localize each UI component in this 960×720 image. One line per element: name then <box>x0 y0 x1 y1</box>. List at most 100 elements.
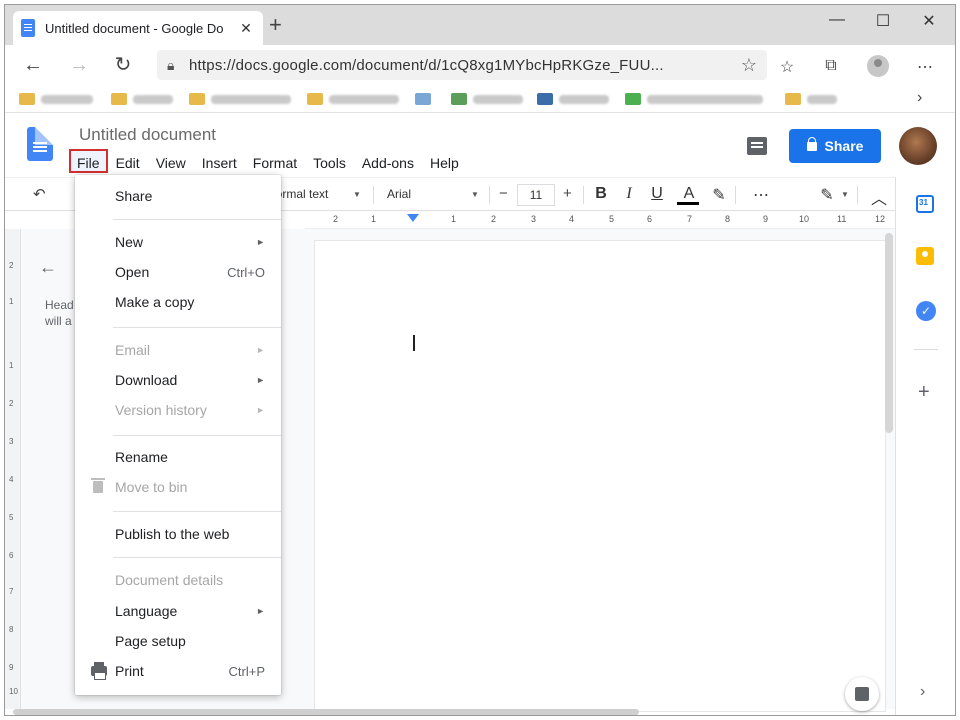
bookmark-item[interactable] <box>451 91 523 107</box>
forward-arrow-icon[interactable]: → <box>65 53 93 77</box>
menu-help[interactable]: Help <box>422 149 467 173</box>
file-menu-email: Email ► <box>75 335 281 365</box>
share-button[interactable]: Share <box>789 129 881 163</box>
docs-logo-icon[interactable] <box>27 127 53 161</box>
new-tab-button[interactable]: + <box>269 14 282 36</box>
divider <box>113 435 281 436</box>
menu-add-ons[interactable]: Add-ons <box>354 149 422 173</box>
file-menu-open[interactable]: Open Ctrl+O <box>75 257 281 287</box>
file-menu-download[interactable]: Download ► <box>75 365 281 395</box>
tab-close-icon[interactable]: ✕ <box>237 20 255 37</box>
file-menu-new[interactable]: New ► <box>75 227 281 257</box>
bookmark-item[interactable] <box>625 91 763 107</box>
menu-file[interactable]: File <box>69 149 108 173</box>
ruler-number: 5 <box>9 513 14 522</box>
menu-view[interactable]: View <box>148 149 194 173</box>
chevron-down-icon[interactable]: ▼ <box>353 190 361 199</box>
bookmark-item[interactable] <box>785 91 837 107</box>
reload-icon[interactable]: ↻ <box>109 53 137 77</box>
outline-hint-text: Head will a <box>45 297 75 329</box>
minimize-button[interactable]: — <box>817 11 857 29</box>
text-color-icon[interactable]: A <box>679 185 699 203</box>
folder-icon <box>111 93 127 105</box>
printer-icon <box>91 662 107 680</box>
horizontal-scrollbar[interactable] <box>13 709 639 715</box>
menu-tools[interactable]: Tools <box>305 149 354 173</box>
menu-item-label: Email <box>115 342 151 358</box>
keep-icon[interactable] <box>916 247 934 265</box>
bookmark-star-icon[interactable]: ☆ <box>741 55 757 76</box>
bookmark-item[interactable] <box>189 91 291 107</box>
chevron-right-icon[interactable]: › <box>920 683 925 701</box>
file-menu-language[interactable]: Language ► <box>75 596 281 626</box>
browser-window: Untitled document - Google Do ✕ + — ☐ ✕ … <box>4 4 956 716</box>
more-tools-icon[interactable]: ⋯ <box>751 185 771 205</box>
outline-hint-line: Head <box>45 298 74 312</box>
chevron-down-icon[interactable]: ▼ <box>471 190 479 199</box>
ruler-number: 10 <box>799 214 810 224</box>
highlight-pen-icon[interactable]: ✎ <box>709 185 729 205</box>
decrease-font-size-button[interactable]: − <box>499 185 508 202</box>
menu-insert[interactable]: Insert <box>194 149 245 173</box>
close-window-button[interactable]: ✕ <box>909 11 949 31</box>
chevron-down-icon[interactable]: ▼ <box>841 190 849 199</box>
file-menu-rename[interactable]: Rename <box>75 442 281 472</box>
close-outline-arrow-icon[interactable]: ← <box>39 257 57 278</box>
horizontal-ruler[interactable]: 2 1 1 2 3 4 5 6 7 8 9 10 11 12 <box>305 211 895 229</box>
profile-icon[interactable] <box>867 55 889 77</box>
menu-edit[interactable]: Edit <box>108 149 148 173</box>
comment-history-icon[interactable] <box>747 137 767 155</box>
divider <box>113 511 281 512</box>
editing-mode-icon[interactable]: ✎ <box>817 185 837 205</box>
document-page[interactable] <box>315 241 885 711</box>
menu-item-label: Print <box>115 663 144 679</box>
bookmark-item[interactable] <box>19 91 93 107</box>
address-bar[interactable]: 🔒︎ https://docs.google.com/document/d/1c… <box>157 50 767 80</box>
menu-item-label: Move to bin <box>115 479 188 495</box>
more-menu-icon[interactable]: ⋯ <box>913 57 937 77</box>
vertical-scrollbar[interactable] <box>885 233 893 433</box>
ruler-number: 3 <box>9 437 14 446</box>
tasks-icon[interactable]: ✓ <box>916 301 936 321</box>
maximize-button[interactable]: ☐ <box>863 11 903 31</box>
file-menu-publish-to-the-web[interactable]: Publish to the web <box>75 519 281 549</box>
calendar-icon[interactable] <box>916 195 934 213</box>
vertical-ruler[interactable]: 2 1 1 2 3 4 5 6 7 8 9 10 <box>5 229 21 709</box>
browser-tab[interactable]: Untitled document - Google Do ✕ <box>13 11 263 45</box>
folder-icon <box>307 93 323 105</box>
indent-marker-icon[interactable] <box>407 214 419 222</box>
bookmark-item[interactable] <box>307 91 399 107</box>
file-menu-share[interactable]: Share <box>75 181 281 211</box>
file-menu-make-a-copy[interactable]: Make a copy <box>75 287 281 317</box>
hide-menus-icon[interactable]: ︿ <box>869 185 889 209</box>
collections-icon[interactable]: ⧉ <box>819 57 843 75</box>
submenu-arrow-icon: ► <box>256 345 265 355</box>
italic-icon[interactable]: I <box>619 185 639 203</box>
ruler-number: 3 <box>531 214 537 224</box>
file-menu-page-setup[interactable]: Page setup <box>75 626 281 656</box>
bookmark-item[interactable] <box>111 91 173 107</box>
lock-icon[interactable]: 🔒︎ <box>167 57 189 74</box>
file-menu-print[interactable]: Print Ctrl+P <box>75 656 281 686</box>
add-addon-icon[interactable]: + <box>918 381 930 404</box>
explore-button[interactable] <box>845 677 879 711</box>
ruler-number: 4 <box>569 214 575 224</box>
document-title[interactable]: Untitled document <box>79 125 216 145</box>
bookmark-item[interactable] <box>537 91 609 107</box>
bookmark-item[interactable] <box>415 91 437 107</box>
bookmarks-overflow-icon[interactable]: › <box>917 89 922 107</box>
ruler-number: 2 <box>9 399 14 408</box>
bold-icon[interactable]: B <box>591 185 611 203</box>
font-select[interactable]: Arial <box>387 187 411 201</box>
increase-font-size-button[interactable]: + <box>563 185 572 202</box>
shortcut-hint: Ctrl+P <box>228 663 265 679</box>
submenu-arrow-icon: ► <box>256 405 265 415</box>
avatar[interactable] <box>899 127 937 165</box>
underline-icon[interactable]: U <box>647 185 667 203</box>
font-size-input[interactable]: 11 <box>517 184 555 206</box>
bookmark-favicon-icon <box>451 93 467 105</box>
favorites-icon[interactable]: ☆ <box>775 57 799 77</box>
back-arrow-icon[interactable]: ← <box>19 53 47 77</box>
menu-format[interactable]: Format <box>245 149 305 173</box>
undo-icon[interactable]: ↶ <box>33 185 46 203</box>
